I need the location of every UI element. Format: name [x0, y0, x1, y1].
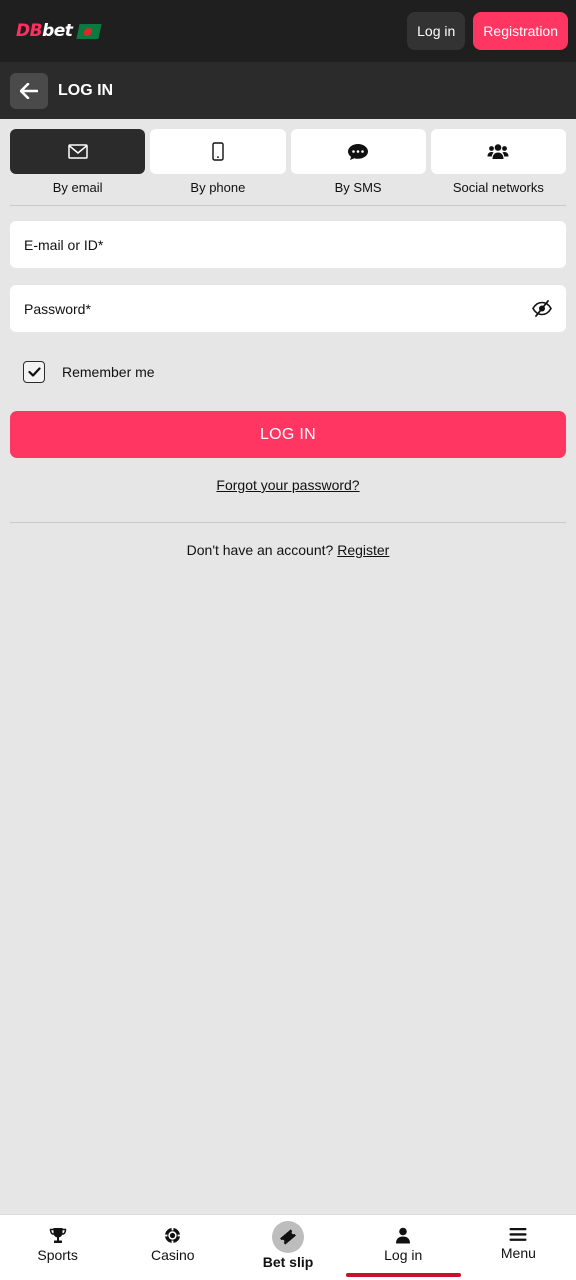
tab-by-phone[interactable]: By phone	[150, 129, 286, 195]
top-actions: Log in Registration	[407, 12, 568, 50]
casino-chip-icon	[165, 1228, 181, 1243]
nav-item-casino[interactable]: Casino	[115, 1215, 230, 1280]
register-link[interactable]: Register	[337, 542, 389, 558]
nav-item-sports[interactable]: Sports	[0, 1215, 115, 1280]
remember-me-label: Remember me	[62, 364, 155, 380]
tab-label: By SMS	[334, 180, 382, 195]
nav-label: Bet slip	[262, 1254, 314, 1270]
tab-box	[10, 129, 146, 174]
dbbet-logo[interactable]: DBbet	[16, 21, 103, 41]
forgot-password-link[interactable]: Forgot your password?	[216, 477, 359, 493]
bangladesh-flag-icon	[76, 23, 103, 39]
top-bar: DBbet Log in Registration	[0, 0, 576, 62]
chat-icon	[348, 143, 369, 160]
tab-by-email[interactable]: By email	[10, 129, 146, 195]
logo-db: DB	[16, 21, 43, 41]
email-placeholder: E-mail or ID*	[24, 236, 104, 253]
login-button[interactable]: LOG IN	[10, 411, 566, 458]
trophy-icon	[49, 1228, 66, 1243]
nav-label: Sports	[37, 1247, 78, 1263]
tab-label: By phone	[190, 180, 246, 195]
password-field[interactable]: Password*	[10, 285, 566, 332]
phone-icon	[212, 142, 224, 161]
logo-text: DBbet	[16, 21, 73, 41]
checkmark-icon	[27, 367, 41, 377]
login-method-tabs: By email By phone By SMS Social networks	[0, 119, 576, 195]
nav-label: Log in	[384, 1247, 423, 1263]
bottom-nav: Sports Casino Bet slip Log in Menu	[0, 1214, 576, 1280]
tab-social-networks[interactable]: Social networks	[430, 129, 566, 195]
bet-slip-circle	[272, 1221, 304, 1253]
nav-label: Casino	[151, 1247, 195, 1263]
tab-box	[430, 129, 566, 174]
password-placeholder: Password*	[24, 300, 91, 317]
header-login-button[interactable]: Log in	[407, 12, 466, 50]
nav-item-bet-slip[interactable]: Bet slip	[230, 1215, 345, 1280]
signup-row: Don't have an account? Register	[0, 542, 576, 558]
page-header: LOG IN	[0, 62, 576, 119]
envelope-icon	[67, 144, 88, 159]
tab-label: Social networks	[452, 180, 544, 195]
logo-bet: bet	[42, 21, 73, 41]
tab-label: By email	[52, 180, 103, 195]
email-field[interactable]: E-mail or ID*	[10, 221, 566, 268]
forgot-password-row: Forgot your password?	[0, 477, 576, 493]
tab-box	[150, 129, 286, 174]
remember-me-checkbox[interactable]	[23, 361, 45, 383]
nav-item-log-in[interactable]: Log in	[345, 1215, 462, 1280]
tab-box	[290, 129, 426, 174]
remember-me-row: Remember me	[23, 361, 576, 383]
divider	[10, 205, 566, 206]
users-icon	[487, 144, 509, 159]
header-registration-button[interactable]: Registration	[473, 12, 568, 50]
arrow-left-icon	[20, 82, 38, 99]
back-button[interactable]	[10, 72, 48, 109]
page-title: LOG IN	[58, 81, 114, 99]
divider	[10, 522, 566, 523]
nav-item-menu[interactable]: Menu	[461, 1215, 576, 1280]
ticket-icon	[280, 1229, 296, 1245]
nav-label: Menu	[500, 1245, 536, 1261]
eye-slash-icon[interactable]	[532, 300, 552, 317]
no-account-text: Don't have an account?	[186, 542, 334, 558]
menu-icon	[509, 1228, 527, 1241]
user-icon	[396, 1227, 411, 1244]
tab-by-sms[interactable]: By SMS	[290, 129, 426, 195]
